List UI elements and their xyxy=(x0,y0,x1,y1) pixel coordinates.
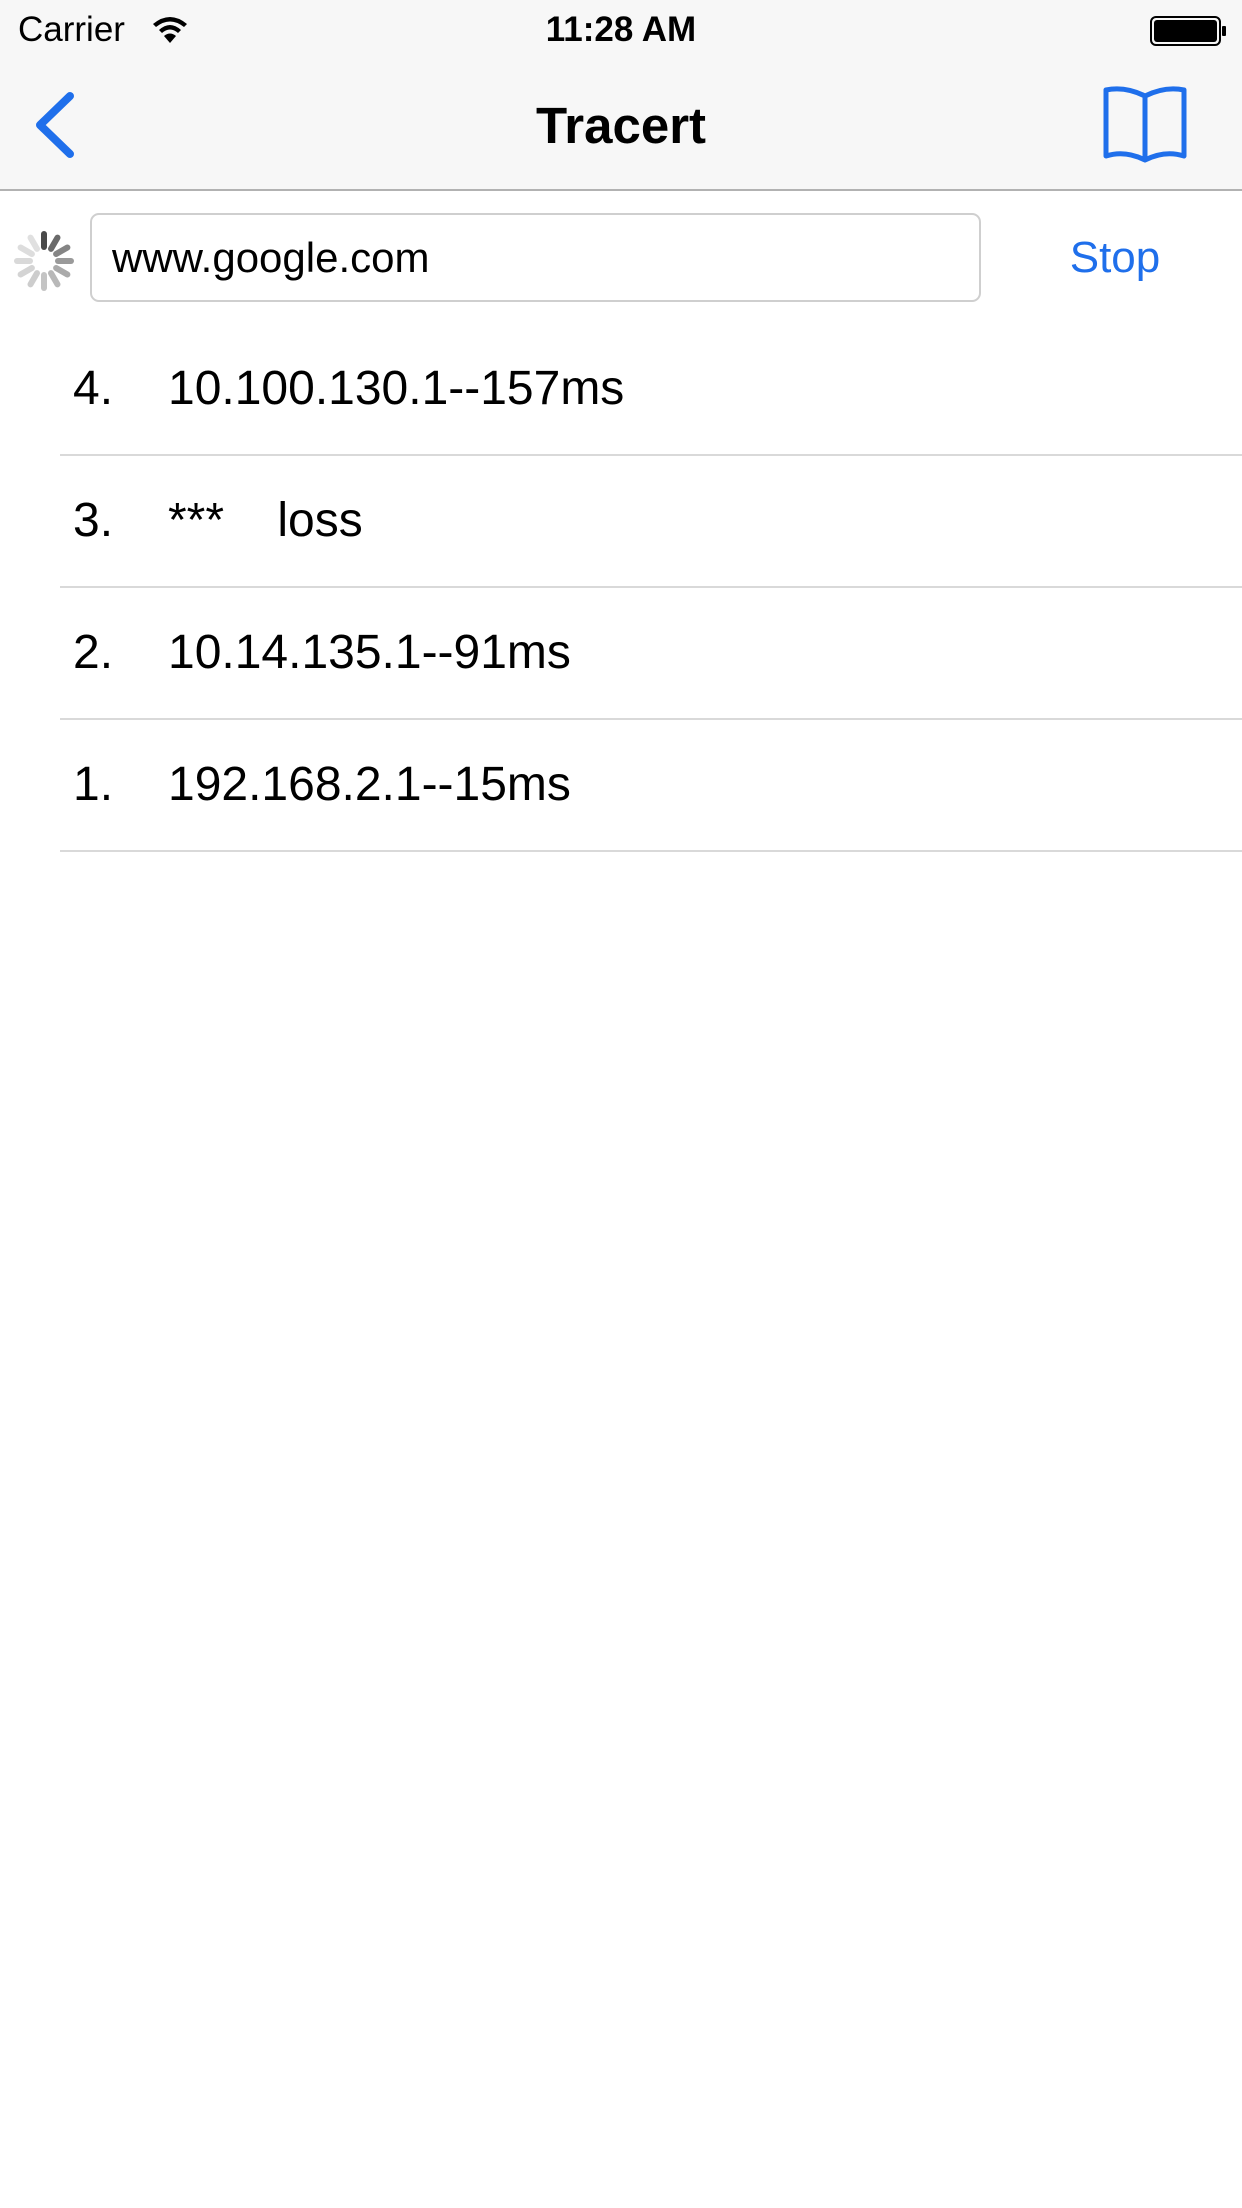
list-item[interactable]: 4. 10.100.130.1--157ms xyxy=(0,324,1242,456)
hop-index: 1. xyxy=(73,758,114,811)
page-title: Tracert xyxy=(535,97,707,154)
tracert-screen: Carrier 11:28 AM Tracert www.google.com … xyxy=(0,0,1242,2208)
hop-index: 4. xyxy=(73,362,114,415)
hop-result: *** loss xyxy=(168,494,363,547)
spinner-icon xyxy=(14,231,74,291)
bookmark-button[interactable] xyxy=(1100,82,1190,164)
hop-result: 10.100.130.1--157ms xyxy=(168,362,625,415)
host-input[interactable] xyxy=(90,213,981,302)
book-icon xyxy=(1103,86,1187,163)
battery-full-icon xyxy=(1150,16,1226,46)
header: Carrier 11:28 AM Tracert xyxy=(0,0,1242,191)
status-bar: Carrier 11:28 AM xyxy=(0,0,1242,60)
stop-button[interactable]: Stop xyxy=(1040,218,1190,298)
hop-index: 2. xyxy=(73,626,114,679)
hop-result: 10.14.135.1--91ms xyxy=(168,626,571,679)
status-time: 11:28 AM xyxy=(545,10,697,49)
hop-list: 4. 10.100.130.1--157ms 3. *** loss 2. 10… xyxy=(0,324,1242,852)
hop-result: 192.168.2.1--15ms xyxy=(168,758,571,811)
list-item[interactable]: 1. 192.168.2.1--15ms xyxy=(0,720,1242,852)
list-item[interactable]: 2. 10.14.135.1--91ms xyxy=(0,588,1242,720)
hop-index: 3. xyxy=(73,494,114,547)
navigation-bar: Tracert xyxy=(0,60,1242,189)
list-item[interactable]: 3. *** loss xyxy=(0,456,1242,588)
